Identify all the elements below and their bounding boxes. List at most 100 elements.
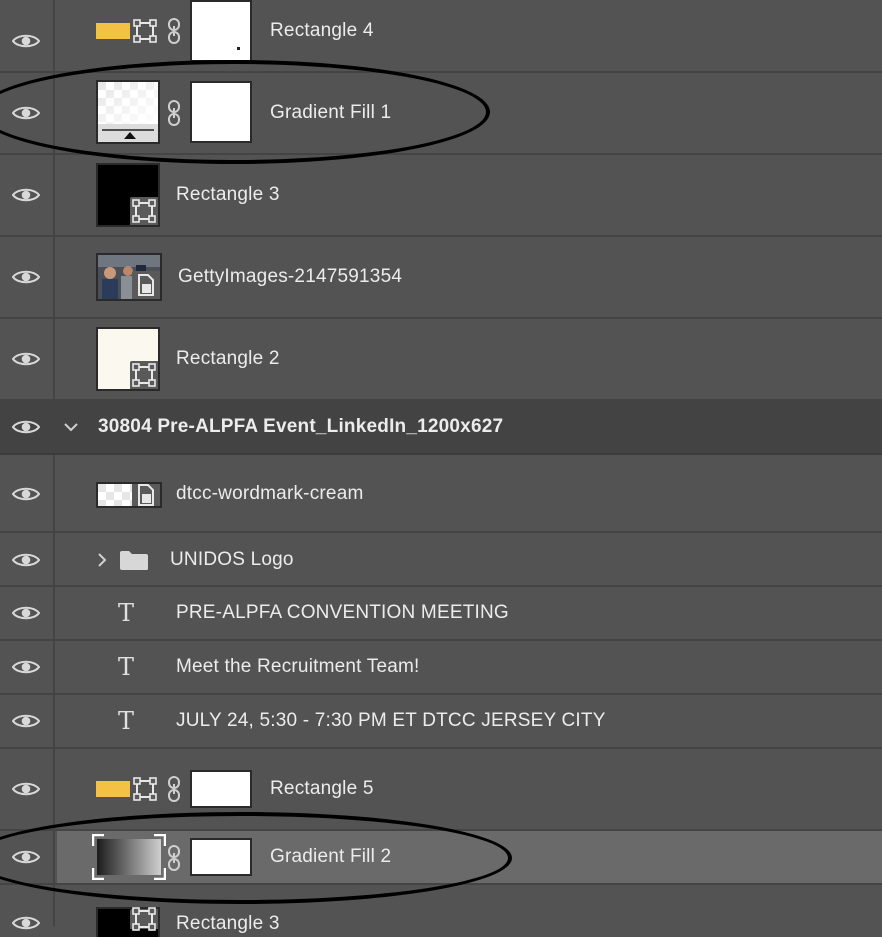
chevron-right-icon[interactable] (97, 552, 107, 568)
layer-content: Gradient Fill 2 (57, 831, 882, 883)
eye-icon[interactable] (12, 351, 40, 367)
layer-name[interactable]: JULY 24, 5:30 - 7:30 PM ET DTCC JERSEY C… (176, 710, 606, 732)
chain-link-icon[interactable] (167, 100, 181, 126)
layer-mask-thumbnail[interactable] (190, 770, 252, 808)
layer-content: T PRE-ALPFA CONVENTION MEETING (57, 587, 882, 639)
vector-shape-icon (131, 906, 157, 932)
visibility-column (0, 319, 55, 399)
visibility-column (0, 885, 55, 926)
layer-name[interactable]: Gradient Fill 1 (270, 102, 391, 124)
visibility-column (0, 695, 55, 747)
layer-row-rectangle-2[interactable]: Rectangle 2 (0, 319, 882, 401)
layer-name[interactable]: Rectangle 3 (176, 913, 280, 935)
eye-icon[interactable] (12, 419, 40, 435)
folder-icon (119, 549, 149, 571)
eye-icon[interactable] (12, 269, 40, 285)
vector-shape-icon (132, 18, 158, 44)
eye-icon[interactable] (12, 659, 40, 675)
layer-content: T JULY 24, 5:30 - 7:30 PM ET DTCC JERSEY… (57, 695, 882, 747)
chain-link-icon[interactable] (167, 18, 181, 44)
shape-badge (130, 909, 158, 929)
layer-content: Rectangle 2 (57, 319, 882, 399)
layer-row-gradient-fill-1[interactable]: Gradient Fill 1 (0, 73, 882, 155)
eye-icon[interactable] (12, 187, 40, 203)
layer-name[interactable]: dtcc-wordmark-cream (176, 483, 364, 505)
layer-row-unidos-logo-folder[interactable]: UNIDOS Logo (0, 533, 882, 587)
fill-color-swatch[interactable] (96, 781, 130, 797)
vector-shape-icon (131, 362, 157, 388)
gradient-fill-thumbnail[interactable] (92, 834, 166, 880)
layer-name[interactable]: UNIDOS Logo (170, 549, 294, 571)
visibility-column (0, 533, 55, 585)
layer-mask-thumbnail[interactable] (190, 0, 252, 62)
mask-detail (237, 47, 240, 50)
fill-color-swatch[interactable] (96, 23, 130, 39)
layer-row-rectangle-4[interactable]: Rectangle 4 (0, 0, 882, 73)
eye-icon[interactable] (12, 915, 40, 931)
group-name[interactable]: 30804 Pre-ALPFA Event_LinkedIn_1200x627 (98, 416, 503, 438)
visibility-column (0, 73, 55, 153)
layer-name[interactable]: Gradient Fill 2 (270, 846, 391, 868)
layer-row-text-meet-team[interactable]: T Meet the Recruitment Team! (0, 641, 882, 695)
layer-row-rectangle-3-lower[interactable]: Rectangle 3 (0, 885, 882, 937)
gradient-preview (92, 834, 166, 880)
text-layer-icon: T (118, 653, 135, 681)
layer-row-dtcc-wordmark[interactable]: dtcc-wordmark-cream (0, 455, 882, 533)
layer-content: Rectangle 3 (57, 885, 882, 937)
layer-name[interactable]: Rectangle 2 (176, 348, 280, 370)
visibility-column (0, 455, 55, 531)
visibility-column (0, 641, 55, 693)
chain-link-icon[interactable] (167, 845, 181, 871)
layer-name[interactable]: Meet the Recruitment Team! (176, 656, 420, 678)
layer-thumbnail[interactable] (96, 907, 160, 937)
layer-mask-thumbnail[interactable] (190, 838, 252, 876)
layer-thumbnail[interactable] (96, 327, 160, 391)
visibility-column (0, 831, 55, 883)
wordmark-thumbnail[interactable] (96, 482, 162, 508)
eye-icon[interactable] (12, 486, 40, 502)
layer-content: Rectangle 5 (57, 749, 882, 829)
visibility-column (0, 749, 55, 829)
chevron-down-icon[interactable] (63, 422, 79, 432)
layer-name[interactable]: Rectangle 3 (176, 184, 280, 206)
eye-icon[interactable] (12, 781, 40, 797)
text-layer-icon: T (118, 707, 135, 735)
layer-content: dtcc-wordmark-cream (57, 455, 882, 531)
layer-row-gradient-fill-2[interactable]: Gradient Fill 2 (0, 831, 882, 885)
layer-content: UNIDOS Logo (57, 533, 882, 585)
visibility-column (0, 401, 55, 453)
smart-object-badge (132, 484, 160, 506)
eye-icon[interactable] (12, 105, 40, 121)
gradient-preview (98, 82, 158, 142)
vector-shape-icon (132, 776, 158, 802)
smart-object-icon (133, 272, 159, 298)
smart-object-badge (132, 271, 160, 299)
layer-thumbnail[interactable] (96, 163, 160, 227)
layer-content: Rectangle 3 (57, 155, 882, 235)
eye-icon[interactable] (12, 849, 40, 865)
eye-icon[interactable] (12, 605, 40, 621)
layer-content: T Meet the Recruitment Team! (57, 641, 882, 693)
layer-mask-thumbnail[interactable] (190, 81, 252, 143)
layer-row-getty-image[interactable]: GettyImages-2147591354 (0, 237, 882, 319)
layer-name[interactable]: Rectangle 5 (270, 778, 374, 800)
vector-shape-icon (131, 198, 157, 224)
layer-row-text-pre-alpfa[interactable]: T PRE-ALPFA CONVENTION MEETING (0, 587, 882, 641)
layer-name[interactable]: PRE-ALPFA CONVENTION MEETING (176, 602, 509, 624)
photo-thumbnail[interactable] (96, 253, 162, 301)
layer-group-header[interactable]: 30804 Pre-ALPFA Event_LinkedIn_1200x627 (0, 401, 882, 455)
layer-content: GettyImages-2147591354 (57, 237, 882, 317)
chain-link-icon[interactable] (167, 776, 181, 802)
layer-name[interactable]: GettyImages-2147591354 (178, 266, 402, 288)
shape-badge (130, 197, 158, 225)
eye-icon[interactable] (12, 713, 40, 729)
eye-icon[interactable] (12, 33, 40, 49)
layer-name[interactable]: Rectangle 4 (270, 20, 374, 42)
eye-icon[interactable] (12, 552, 40, 568)
transparency-preview (98, 484, 134, 506)
layer-row-rectangle-3[interactable]: Rectangle 3 (0, 155, 882, 237)
gradient-fill-thumbnail[interactable] (96, 80, 160, 144)
shape-badge (130, 361, 158, 389)
layer-row-text-date[interactable]: T JULY 24, 5:30 - 7:30 PM ET DTCC JERSEY… (0, 695, 882, 749)
layer-row-rectangle-5[interactable]: Rectangle 5 (0, 749, 882, 831)
